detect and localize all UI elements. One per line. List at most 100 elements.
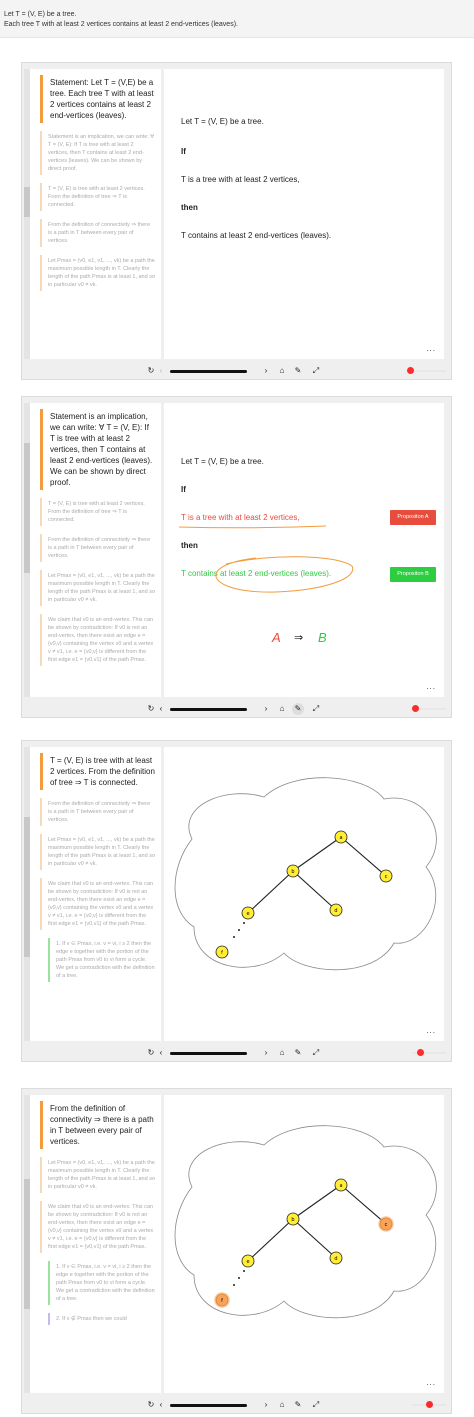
more-icon[interactable]: ...	[426, 344, 436, 353]
slide-panel-4: From the definition of connectivity ⇒ th…	[21, 1088, 452, 1414]
content-if: If	[181, 485, 186, 494]
step-claim[interactable]: We claim that v0 is an end-vertex. This …	[40, 614, 155, 666]
step-maxpath[interactable]: Let Pmax = (v0, e1, v1, ..., vk) be a pa…	[40, 1157, 155, 1193]
slide-content: Let T = (V, E) be a tree. If T is a tree…	[164, 403, 444, 697]
step-case-1[interactable]: 1. If v ∈ Pmax, i.e. v = vi, i ≥ 2 then …	[48, 938, 155, 982]
fullscreen-icon[interactable]: ⤢	[309, 701, 323, 717]
content-then: then	[181, 203, 198, 212]
annotate-icon[interactable]: ✎	[291, 1045, 305, 1061]
speed-slider-knob[interactable]	[417, 1049, 424, 1056]
content-let: Let T = (V, E) be a tree.	[181, 117, 264, 126]
content-if: If	[181, 147, 186, 156]
circle-annotation	[215, 556, 354, 593]
slide-toolbar: ↻ ‹ › ⌂ ✎ ⤢	[30, 1397, 446, 1413]
step-connected[interactable]: T = (V, E) is tree with at least 2 verti…	[40, 498, 155, 526]
node-b[interactable]: b	[286, 1212, 300, 1226]
slide-content: a b c d e f ...	[164, 747, 444, 1041]
next-button[interactable]: ›	[259, 701, 273, 717]
step-path[interactable]: From the definition of connectivity ⇒ th…	[40, 534, 155, 562]
node-f-highlighted[interactable]: f	[214, 1292, 230, 1308]
svg-text:d: d	[334, 1256, 337, 1262]
svg-text:f: f	[221, 950, 223, 956]
more-icon[interactable]: ...	[426, 1378, 436, 1387]
proof-steps-sidebar[interactable]: T = (V, E) is tree with at least 2 verti…	[30, 747, 161, 1041]
content-let: Let T = (V, E) be a tree.	[181, 457, 264, 466]
step-path[interactable]: From the definition of connectivity ⇒ th…	[40, 219, 155, 247]
prev-button[interactable]: ‹	[154, 1397, 168, 1413]
node-c[interactable]: c	[379, 869, 393, 883]
slide-progress-bar[interactable]	[170, 708, 247, 711]
step-connected[interactable]: T = (V, E) is tree with at least 2 verti…	[40, 183, 155, 211]
svg-text:a: a	[339, 835, 342, 841]
slide-progress-bar[interactable]	[170, 370, 247, 373]
svg-text:c: c	[385, 874, 388, 880]
proof-steps-sidebar[interactable]: Statement is an implication, we can writ…	[30, 403, 161, 697]
node-d[interactable]: d	[329, 903, 343, 917]
more-icon[interactable]: ...	[426, 682, 436, 691]
proposition-b-badge: Propositon B	[390, 567, 436, 582]
next-button[interactable]: ›	[259, 363, 273, 379]
step-maxpath[interactable]: Let Pmax = (v0, e1, v1, ..., vk) be a pa…	[40, 255, 155, 291]
cloud-outline	[174, 777, 437, 971]
node-e[interactable]: e	[241, 906, 255, 920]
slide-panel-3: T = (V, E) is tree with at least 2 verti…	[21, 740, 452, 1062]
step-maxpath[interactable]: Let Pmax = (v0, e1, v1, ..., vk) be a pa…	[40, 834, 155, 870]
fullscreen-icon[interactable]: ⤢	[309, 1045, 323, 1061]
speed-slider-knob[interactable]	[407, 367, 414, 374]
step-statement[interactable]: Statement: Let T = (V,E) be a tree. Each…	[40, 75, 155, 123]
slide-content: Let T = (V, E) be a tree. If T is a tree…	[164, 69, 444, 359]
more-icon[interactable]: ...	[426, 1026, 436, 1035]
formula-implies: ⇒	[294, 632, 304, 644]
step-path[interactable]: From the definition of connectivity ⇒ th…	[40, 798, 155, 826]
fullscreen-icon[interactable]: ⤢	[309, 1397, 323, 1413]
step-claim[interactable]: We claim that v0 is an end-vertex. This …	[40, 878, 155, 930]
prev-button[interactable]: ‹	[154, 363, 168, 379]
home-icon[interactable]: ⌂	[275, 363, 289, 379]
step-connected[interactable]: T = (V, E) is tree with at least 2 verti…	[40, 753, 155, 790]
next-button[interactable]: ›	[259, 1045, 273, 1061]
svg-text:a: a	[339, 1183, 342, 1189]
node-f[interactable]: f	[215, 945, 229, 959]
svg-text:b: b	[291, 1217, 294, 1223]
content-hypothesis: T is a tree with at least 2 vertices,	[181, 513, 300, 522]
node-d[interactable]: d	[329, 1251, 343, 1265]
prev-button[interactable]: ‹	[154, 701, 168, 717]
step-implication[interactable]: Statement is an implication, we can writ…	[40, 131, 155, 175]
step-claim[interactable]: We claim that v0 is an end-vertex. This …	[40, 1201, 155, 1253]
fullscreen-icon[interactable]: ⤢	[309, 363, 323, 379]
slide-panel-2: Statement is an implication, we can writ…	[21, 396, 452, 718]
slide-panel-1: Statement: Let T = (V,E) be a tree. Each…	[21, 62, 452, 380]
annotate-icon[interactable]: ✎	[291, 363, 305, 379]
step-case-1[interactable]: 1. If v ∈ Pmax, i.e. v = vi, i ≥ 2 then …	[48, 1261, 155, 1305]
tree-graph: a b c d e f	[174, 1125, 437, 1319]
node-a[interactable]: a	[334, 1178, 348, 1192]
node-a[interactable]: a	[334, 830, 348, 844]
node-c-highlighted[interactable]: c	[378, 1216, 394, 1232]
step-implication[interactable]: Statement is an implication, we can writ…	[40, 409, 155, 490]
prev-button[interactable]: ‹	[154, 1045, 168, 1061]
slide-progress-bar[interactable]	[170, 1404, 247, 1407]
header-line-2: Each tree T with at least 2 vertices con…	[4, 21, 238, 28]
annotate-icon[interactable]: ✎	[291, 701, 305, 717]
annotate-icon[interactable]: ✎	[291, 1397, 305, 1413]
speed-slider-knob[interactable]	[412, 705, 419, 712]
step-case-2[interactable]: 2. If v ∉ Pmax then we could	[48, 1313, 155, 1325]
svg-text:e: e	[246, 1259, 249, 1265]
home-icon[interactable]: ⌂	[275, 1045, 289, 1061]
home-icon[interactable]: ⌂	[275, 701, 289, 717]
proof-steps-sidebar[interactable]: From the definition of connectivity ⇒ th…	[30, 1095, 161, 1393]
step-maxpath[interactable]: Let Pmax = (v0, e1, v1, ..., vk) be a pa…	[40, 570, 155, 606]
next-button[interactable]: ›	[259, 1397, 273, 1413]
step-path[interactable]: From the definition of connectivity ⇒ th…	[40, 1101, 155, 1149]
tree-graph: a b c d e f	[174, 777, 437, 971]
speed-slider-track[interactable]	[412, 370, 446, 372]
content-then: then	[181, 541, 198, 550]
home-icon[interactable]: ⌂	[275, 1397, 289, 1413]
node-e[interactable]: e	[241, 1254, 255, 1268]
node-b[interactable]: b	[286, 864, 300, 878]
proposition-a-badge: Propositon A	[390, 510, 436, 525]
proof-steps-sidebar[interactable]: Statement: Let T = (V,E) be a tree. Each…	[30, 69, 161, 359]
svg-text:e: e	[246, 911, 249, 917]
slide-progress-bar[interactable]	[170, 1052, 247, 1055]
speed-slider-knob[interactable]	[426, 1401, 433, 1408]
